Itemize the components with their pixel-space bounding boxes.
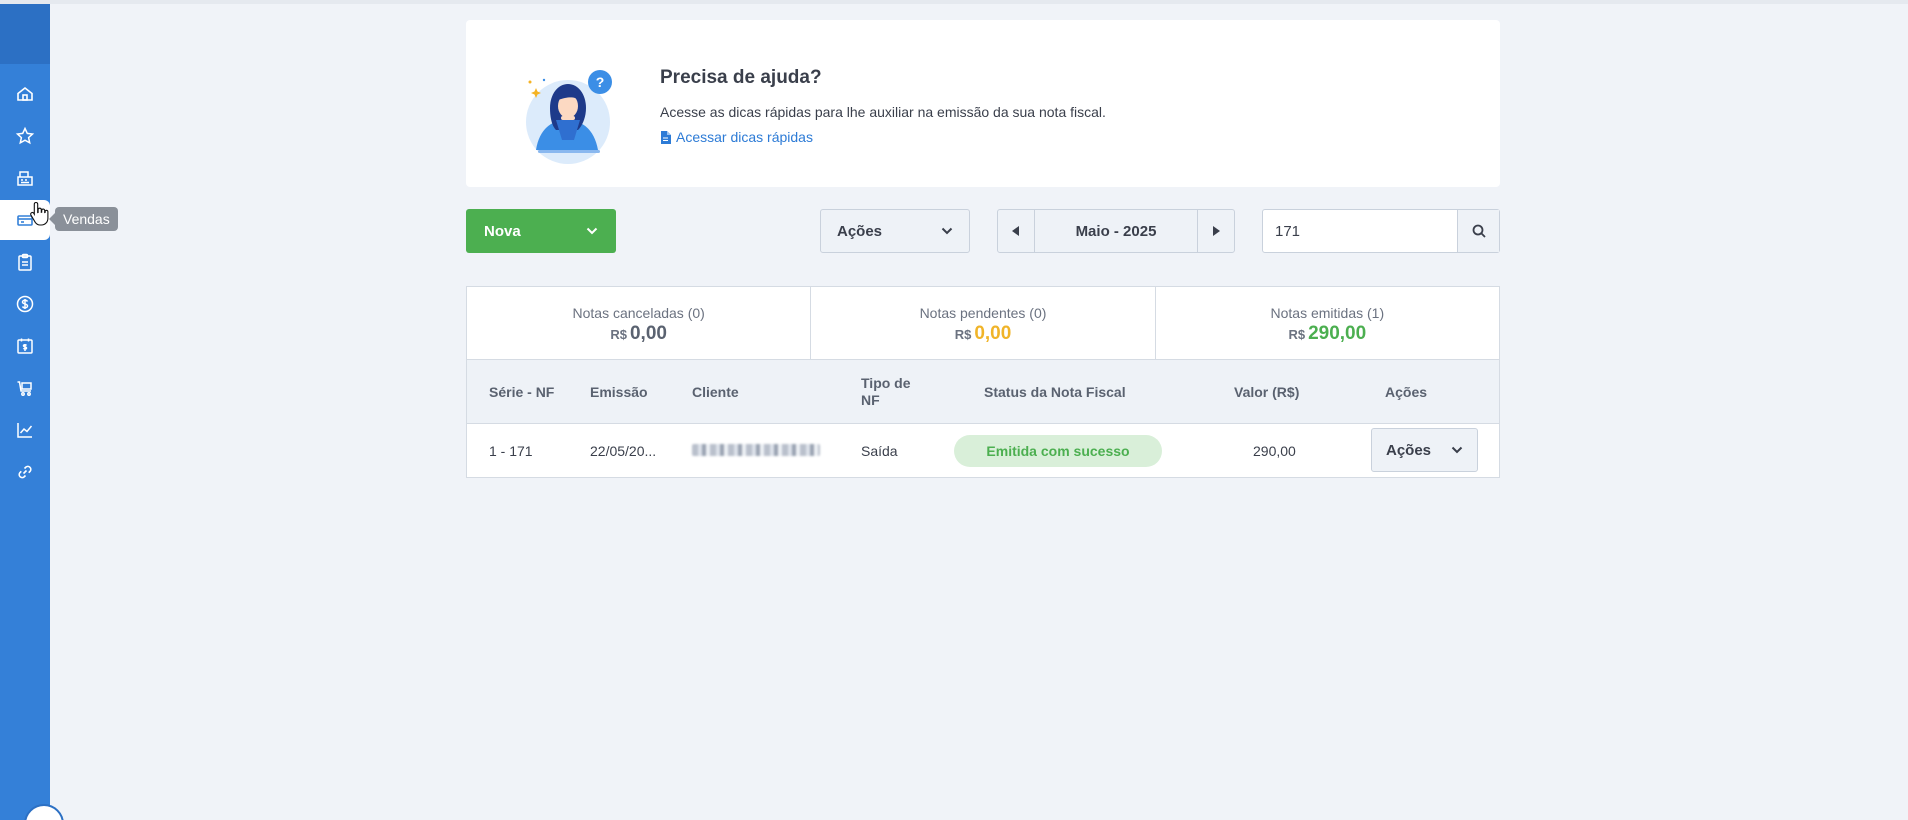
header-tipo[interactable]: Tipo de NF: [861, 375, 923, 409]
bulk-actions-label: Ações: [837, 222, 883, 240]
sidebar-item-reports[interactable]: [0, 410, 50, 450]
currency-symbol: R$: [610, 327, 627, 342]
chevron-down-icon: [941, 227, 953, 235]
caret-right-icon: [1213, 226, 1220, 236]
sidebar-item-financial[interactable]: [0, 284, 50, 324]
summary-issued: Notas emitidas (1) R$ 290,00: [1154, 287, 1499, 359]
help-description: Acesse as dicas rápidas para lhe auxilia…: [660, 104, 1106, 120]
user-avatar[interactable]: [24, 804, 64, 820]
cell-valor: 290,00: [1253, 442, 1296, 459]
calendar-dollar-icon: [17, 338, 33, 354]
sidebar-brand: [0, 4, 50, 64]
summary-label: Notas emitidas (1): [1270, 305, 1385, 321]
header-acoes: Ações: [1385, 383, 1428, 400]
header-serie[interactable]: Série - NF: [489, 384, 554, 400]
new-invoice-button[interactable]: Nova: [466, 209, 616, 253]
status-badge: Emitida com sucesso: [954, 435, 1162, 467]
summary-label: Notas canceladas (0): [572, 305, 705, 321]
table-row[interactable]: 1 - 171 22/05/20... Saída Emitida com su…: [467, 424, 1499, 477]
redacted-name: [692, 443, 820, 456]
summary-value: R$ 0,00: [467, 323, 810, 345]
table-header: Série - NF Emissão Cliente Tipo de NF St…: [467, 360, 1499, 424]
previous-month-button[interactable]: [998, 210, 1035, 252]
search-box: [1262, 209, 1500, 253]
sidebar-item-home[interactable]: [0, 74, 50, 114]
header-status[interactable]: Status da Nota Fiscal: [984, 384, 1126, 400]
search-button[interactable]: [1457, 210, 1499, 252]
summary-value: R$ 290,00: [1156, 323, 1499, 345]
cell-emissao: 22/05/20...: [590, 442, 657, 459]
sidebar-item-billing[interactable]: [0, 326, 50, 366]
quick-tips-link-label: Acessar dicas rápidas: [676, 129, 813, 145]
home-icon: [17, 86, 33, 101]
sidebar-item-orders[interactable]: [0, 242, 50, 282]
row-actions-dropdown[interactable]: Ações: [1371, 428, 1478, 472]
cell-serie: 1 - 171: [489, 442, 533, 459]
search-input[interactable]: [1263, 210, 1457, 252]
currency-symbol: R$: [1288, 327, 1306, 342]
sidebar: [0, 4, 64, 820]
star-icon: [15, 126, 35, 145]
hand-cursor-icon: [30, 201, 49, 226]
support-woman-illustration: ?: [526, 70, 612, 164]
invoice-summary: Notas canceladas (0) R$ 0,00 Notas penden…: [466, 286, 1500, 360]
invoices-table: Série - NF Emissão Cliente Tipo de NF St…: [466, 360, 1500, 478]
chevron-down-icon: [586, 227, 598, 235]
chart-line-icon: [17, 423, 33, 438]
search-icon: [1472, 224, 1486, 238]
summary-amount: 0,00: [974, 323, 1012, 344]
dollar-icon: [16, 295, 34, 313]
bulk-actions-dropdown[interactable]: Ações: [820, 209, 970, 253]
header-valor[interactable]: Valor (R$): [1234, 384, 1299, 400]
cash-register-icon: [17, 171, 33, 186]
header-cliente[interactable]: Cliente: [692, 384, 739, 400]
sidebar-tooltip: Vendas: [49, 207, 118, 231]
summary-amount: 290,00: [1308, 323, 1367, 344]
row-actions-label: Ações: [1386, 441, 1432, 459]
quick-tips-link[interactable]: Acessar dicas rápidas: [660, 129, 813, 145]
chevron-down-icon: [1451, 446, 1463, 454]
document-icon: [661, 130, 671, 144]
summary-pending: Notas pendentes (0) R$ 0,00: [810, 287, 1154, 359]
cart-icon: [17, 381, 32, 396]
cell-cliente-redacted: [692, 443, 820, 459]
current-month: Maio - 2025: [1075, 222, 1157, 240]
top-divider: [0, 0, 1908, 4]
cell-tipo: Saída: [861, 442, 898, 459]
svg-text:?: ?: [596, 74, 605, 90]
caret-left-icon: [1012, 226, 1019, 236]
help-card: ? Precisa de ajuda? Acesse as dicas rápi…: [466, 20, 1500, 187]
sidebar-item-favorites[interactable]: [0, 116, 50, 156]
summary-label: Notas pendentes (0): [919, 305, 1047, 321]
clipboard-icon: [18, 253, 32, 271]
summary-cancelled: Notas canceladas (0) R$ 0,00: [467, 287, 810, 359]
next-month-button[interactable]: [1197, 210, 1234, 252]
month-navigator: Maio - 2025: [997, 209, 1235, 253]
help-title: Precisa de ajuda?: [660, 67, 822, 88]
summary-amount: 0,00: [629, 323, 667, 344]
sidebar-item-purchases[interactable]: [0, 368, 50, 408]
sidebar-item-pdv[interactable]: [0, 158, 50, 198]
currency-symbol: R$: [954, 327, 972, 342]
summary-value: R$ 0,00: [811, 323, 1154, 345]
new-invoice-label: Nova: [484, 222, 521, 240]
link-icon: [18, 465, 32, 479]
sidebar-item-integrations[interactable]: [0, 452, 50, 492]
header-emissao[interactable]: Emissão: [590, 384, 648, 400]
